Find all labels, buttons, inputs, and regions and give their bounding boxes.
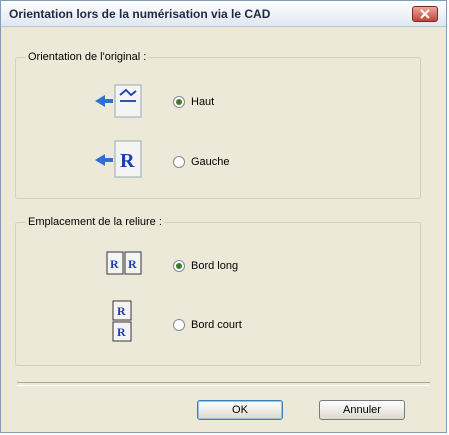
- label-bord-court: Bord court: [191, 319, 242, 331]
- binding-option-court[interactable]: Bord court: [173, 319, 242, 331]
- close-icon: [420, 9, 430, 19]
- binding-group: Emplacement de la reliure :: [15, 216, 421, 366]
- svg-text:R: R: [110, 257, 119, 271]
- dialog-window: Orientation lors de la numérisation via …: [0, 0, 447, 433]
- long-edge-binding-icon: R R: [105, 248, 143, 281]
- short-edge-binding-icon: R R: [111, 299, 133, 346]
- label-bord-long: Bord long: [191, 260, 239, 272]
- svg-text:R: R: [128, 257, 137, 271]
- orientation-group: Orientation de l'original :: [15, 51, 421, 199]
- window-title: Orientation lors de la numérisation via …: [9, 7, 271, 21]
- radio-bord-long[interactable]: [173, 260, 185, 272]
- orientation-option-gauche[interactable]: Gauche: [173, 156, 230, 168]
- dialog-body: Orientation de l'original : Haut R Gauch…: [7, 31, 440, 426]
- upright-page-arrow-icon: [91, 81, 147, 122]
- svg-text:R: R: [117, 325, 126, 339]
- radio-gauche[interactable]: [173, 156, 185, 168]
- title-bar[interactable]: Orientation lors de la numérisation via …: [1, 1, 446, 27]
- radio-bord-court[interactable]: [173, 319, 185, 331]
- svg-text:R: R: [120, 150, 135, 172]
- label-haut: Haut: [191, 96, 215, 108]
- close-button[interactable]: [412, 6, 438, 22]
- label-gauche: Gauche: [191, 156, 230, 168]
- ok-button[interactable]: OK: [197, 400, 283, 420]
- binding-option-long[interactable]: Bord long: [173, 260, 238, 272]
- radio-haut[interactable]: [173, 96, 185, 108]
- svg-text:R: R: [117, 304, 126, 318]
- rotated-page-R-arrow-icon: R: [91, 139, 147, 182]
- divider: [17, 382, 430, 386]
- orientation-legend: Orientation de l'original :: [28, 51, 147, 63]
- orientation-option-haut[interactable]: Haut: [173, 96, 214, 108]
- cancel-button[interactable]: Annuler: [319, 400, 405, 420]
- binding-legend: Emplacement de la reliure :: [28, 216, 162, 228]
